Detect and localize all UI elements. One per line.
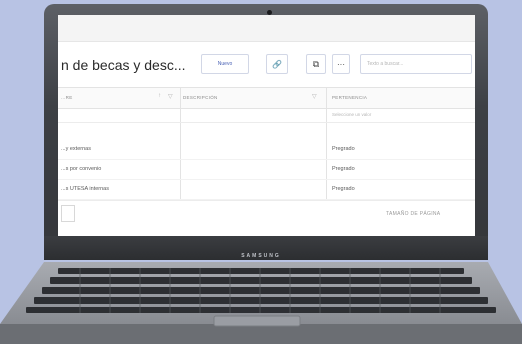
column-header-pertenencia[interactable]: PERTENENCIA: [332, 95, 367, 100]
table-row[interactable]: ...s por convenio Pregrado: [58, 159, 475, 180]
table-row[interactable]: ...s UTESA internas Pregrado: [58, 179, 475, 200]
column-header-description[interactable]: DESCRIPCIÓN: [183, 95, 218, 100]
laptop-screen: n de becas y desc... Nuevo 🔗 ⧉ ··· Texto…: [58, 15, 475, 236]
cell-name: ...y externas: [61, 146, 91, 152]
link-icon[interactable]: 🔗: [266, 54, 288, 74]
search-input[interactable]: Texto a buscar...: [360, 54, 472, 74]
open-in-new-icon[interactable]: ⧉: [306, 54, 326, 74]
laptop-base: [0, 262, 522, 344]
table-header: ...RE ↑ ▽ DESCRIPCIÓN ▽ PERTENENCIA: [58, 87, 475, 109]
more-options-button[interactable]: ···: [332, 54, 350, 74]
column-header-name[interactable]: ...RE: [61, 95, 73, 100]
cell-pertenencia: Pregrado: [332, 166, 355, 172]
sort-icon[interactable]: ↑: [158, 93, 161, 99]
new-button[interactable]: Nuevo: [201, 54, 249, 74]
pagination-control[interactable]: [61, 205, 75, 222]
filter-row: Seleccione un valor: [58, 108, 475, 123]
brand-logo: SAMSUNG: [241, 253, 281, 259]
touchpad: [213, 315, 301, 327]
cell-pertenencia: Pregrado: [332, 186, 355, 192]
cell-name: ...s UTESA internas: [61, 186, 109, 192]
page-title: n de becas y desc...: [61, 57, 186, 73]
cell-pertenencia: Pregrado: [332, 146, 355, 152]
laptop: n de becas y desc... Nuevo 🔗 ⧉ ··· Texto…: [0, 0, 522, 344]
filter-icon[interactable]: ▽: [168, 93, 173, 100]
cell-name: ...s por convenio: [61, 166, 102, 172]
table-row[interactable]: ...y externas Pregrado: [58, 139, 475, 160]
keyboard-deck: [0, 262, 522, 344]
table-footer: TAMAÑO DE PÁGINA: [58, 200, 475, 225]
search-placeholder: Texto a buscar...: [367, 61, 404, 67]
browser-top-strip: [58, 15, 475, 42]
page-size-label: TAMAÑO DE PÁGINA: [386, 211, 441, 217]
pertenencia-filter-select[interactable]: Seleccione un valor: [332, 112, 371, 117]
filter-icon[interactable]: ▽: [312, 93, 317, 100]
